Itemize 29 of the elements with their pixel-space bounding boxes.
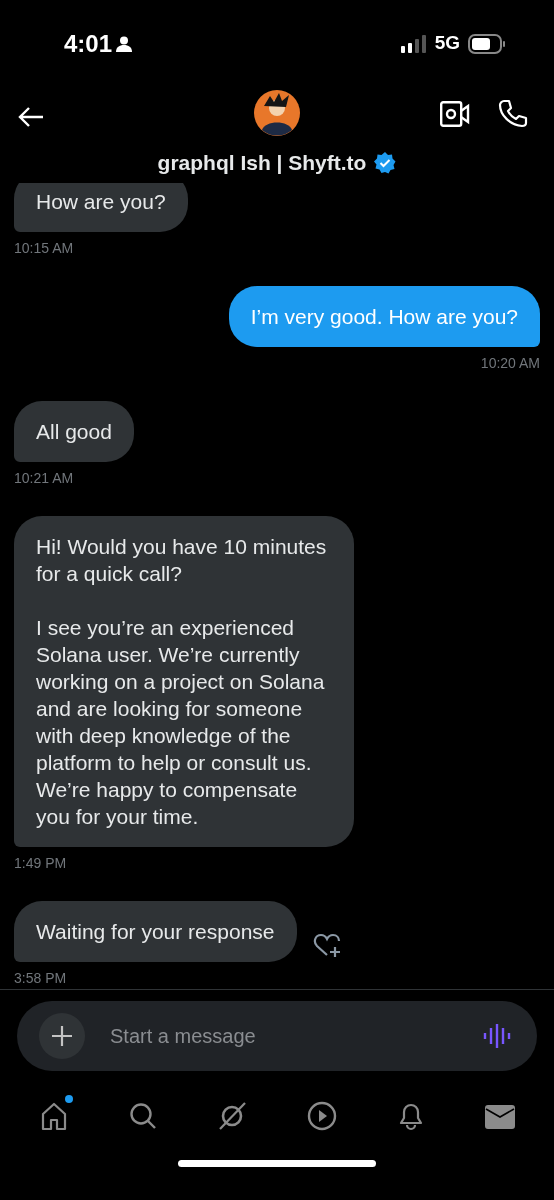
video-call-button[interactable] (440, 101, 470, 127)
message-bubble: I’m very good. How are you? (228, 286, 540, 347)
heart-plus-icon (312, 933, 343, 959)
message-bubble: All good (14, 401, 134, 462)
network-label: 5G (434, 31, 460, 56)
signal-icon (400, 34, 427, 53)
person-icon (116, 35, 133, 52)
message-bubble: How are you? (14, 183, 188, 232)
message-time: 10:20 AM (480, 354, 540, 373)
video-camera-icon (440, 101, 470, 127)
status-time: 4:01 (64, 28, 113, 59)
message-input[interactable]: Start a message (110, 1021, 483, 1051)
message-bubble: Hi! Would you have 10 minutes for a quick call? I see you’re an experienced Solana user. We’re currently working on a project on Solana and are looking for someone with deep knowledge of the platform to help or consult us. We’re happy to compensate you for your time. (14, 516, 354, 847)
back-arrow-icon (18, 106, 44, 128)
message-time: 10:21 AM (14, 469, 74, 488)
plus-icon (51, 1025, 73, 1047)
message-time: 1:49 PM (14, 854, 67, 873)
phone-icon (498, 99, 528, 129)
battery-icon (468, 33, 506, 54)
message-bubble: Waiting for your response (14, 901, 297, 962)
message-time: 10:15 AM (14, 239, 74, 258)
add-button[interactable] (39, 1013, 85, 1059)
contact-name[interactable]: graphql Ish | Shyft.to (157, 147, 367, 179)
phone-call-button[interactable] (498, 99, 528, 129)
message-composer[interactable]: Start a message (17, 1001, 537, 1071)
react-button[interactable] (312, 933, 343, 959)
avatar (254, 90, 300, 136)
message-time: 3:58 PM (14, 969, 67, 988)
voice-wave-icon[interactable] (483, 1024, 511, 1048)
